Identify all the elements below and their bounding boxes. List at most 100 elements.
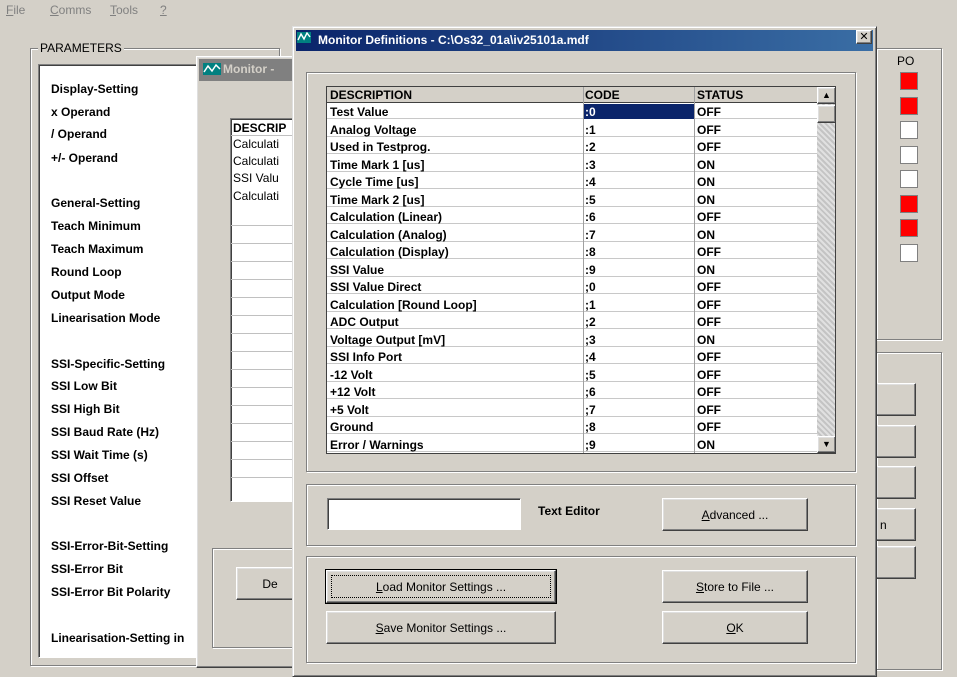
table-row[interactable]: -12 Volt ;5 OFF (327, 367, 817, 382)
menu-comms[interactable]: Comms (50, 3, 91, 17)
cell-description[interactable]: Ground (330, 420, 373, 434)
cell-status[interactable]: ON (697, 175, 715, 189)
cell-description[interactable]: SSI Value Direct (330, 280, 421, 294)
cell-status[interactable]: OFF (697, 403, 721, 417)
cell-description[interactable]: Time Mark 2 [us] (330, 193, 424, 207)
cell-status[interactable]: ON (697, 193, 715, 207)
cell-code[interactable]: ;9 (585, 438, 596, 452)
cell-description[interactable]: ADC Output (330, 315, 399, 329)
cell-status[interactable]: OFF (697, 280, 721, 294)
table-row[interactable]: +5 Volt ;7 OFF (327, 402, 817, 417)
cell-description[interactable]: SSI Info Port (330, 350, 402, 364)
cell-status[interactable]: ON (697, 333, 715, 347)
table-row[interactable]: Voltage Output [mV] ;3 ON (327, 332, 817, 347)
right-button-5[interactable] (876, 546, 916, 579)
dialog-titlebar[interactable]: Monitor Definitions - C:\Os32_01a\iv2510… (296, 30, 873, 51)
cell-code[interactable]: ;8 (585, 420, 596, 434)
store-to-file-button[interactable]: Store to File ... (662, 570, 808, 603)
cell-code[interactable]: :3 (585, 158, 596, 172)
table-row[interactable]: Used in Testprog.:2 OFF (327, 139, 817, 154)
cell-status[interactable]: ON (697, 158, 715, 172)
cell-code[interactable]: :8 (585, 245, 596, 259)
table-row[interactable]: Analog Voltage :1 OFF (327, 122, 817, 137)
close-button[interactable]: ✕ (856, 30, 872, 44)
right-button-2[interactable] (876, 425, 916, 458)
cell-status[interactable]: OFF (697, 123, 721, 137)
table-row[interactable]: +12 Volt ;6 OFF (327, 384, 817, 399)
menu-tools[interactable]: Tools (110, 3, 138, 17)
cell-code[interactable]: ;6 (585, 385, 596, 399)
cell-code[interactable]: ;2 (585, 315, 596, 329)
monitor-cell[interactable]: Calculati (233, 154, 279, 168)
param-item[interactable]: SSI Offset (51, 471, 108, 485)
table-row[interactable]: Calculation (Display) :8 OFF (327, 244, 817, 259)
cell-code[interactable]: :7 (585, 228, 596, 242)
table-row[interactable]: Cycle Time [us] :4 ON (327, 174, 817, 189)
scroll-up-button[interactable]: ▲ (817, 87, 835, 104)
cell-status[interactable]: ON (697, 438, 715, 452)
header-code[interactable]: CODE (585, 88, 620, 102)
right-button-3[interactable] (876, 466, 916, 499)
cell-description[interactable]: +12 Volt (330, 385, 375, 399)
cell-code[interactable]: ;7 (585, 403, 596, 417)
cell-status[interactable]: OFF (697, 420, 721, 434)
cell-description[interactable]: Calculation [Round Loop] (330, 298, 477, 312)
cell-description[interactable]: -12 Volt (330, 368, 372, 382)
cell-code[interactable]: :5 (585, 193, 596, 207)
cell-description[interactable]: Calculation (Display) (330, 245, 449, 259)
cell-description[interactable]: Test Value (330, 105, 388, 119)
table-row[interactable]: SSI Value:9 ON (327, 262, 817, 277)
cell-status[interactable]: OFF (697, 245, 721, 259)
cell-status[interactable]: ON (697, 263, 715, 277)
advanced-button[interactable]: Advanced ... (662, 498, 808, 531)
table-row[interactable]: ADC Output ;2 OFF (327, 314, 817, 329)
param-item[interactable]: SSI Baud Rate (Hz) (51, 425, 159, 439)
cell-description[interactable]: Voltage Output [mV] (330, 333, 445, 347)
cell-status[interactable]: ON (697, 228, 715, 242)
param-item[interactable]: SSI Reset Value (51, 494, 141, 508)
text-editor-input[interactable] (327, 498, 521, 530)
param-item[interactable]: Teach Minimum (51, 219, 141, 233)
table-row[interactable]: Test Value:0 OFF (327, 104, 817, 119)
cell-code[interactable]: :4 (585, 175, 596, 189)
monitor-cell[interactable]: Calculati (233, 137, 279, 151)
load-monitor-settings-button[interactable]: Load Monitor Settings ... (325, 569, 557, 604)
param-item[interactable]: Round Loop (51, 265, 122, 279)
cell-status[interactable]: OFF (697, 210, 721, 224)
param-item[interactable]: Linearisation-Setting in (51, 631, 184, 645)
cell-code[interactable]: ;3 (585, 333, 596, 347)
param-item[interactable]: SSI High Bit (51, 402, 120, 416)
table-row[interactable]: Time Mark 1 [us]:3 ON (327, 157, 817, 172)
param-item[interactable]: / Operand (51, 127, 107, 141)
cell-description[interactable]: Analog Voltage (330, 123, 416, 137)
cell-description[interactable]: Calculation (Linear) (330, 210, 442, 224)
cell-code[interactable]: ;0 (585, 280, 596, 294)
param-item[interactable]: Output Mode (51, 288, 125, 302)
menu-file[interactable]: File (6, 3, 25, 17)
ok-button[interactable]: OK (662, 611, 808, 644)
cell-description[interactable]: SSI Value (330, 263, 384, 277)
table-row[interactable]: Time Mark 2 [us] :5 ON (327, 192, 817, 207)
param-item[interactable]: SSI-Specific-Setting (51, 357, 165, 371)
table-scrollbar[interactable]: ▲ ▼ (817, 87, 835, 453)
cell-code[interactable]: ;1 (585, 298, 596, 312)
param-item[interactable]: SSI-Error Bit (51, 562, 123, 576)
scroll-down-button[interactable]: ▼ (817, 436, 835, 453)
header-description[interactable]: DESCRIPTION (330, 88, 412, 102)
right-button-1[interactable] (876, 383, 916, 416)
cell-description[interactable]: +5 Volt (330, 403, 369, 417)
cell-code[interactable]: ;5 (585, 368, 596, 382)
cell-description[interactable]: Cycle Time [us] (330, 175, 418, 189)
param-item[interactable]: Linearisation Mode (51, 311, 160, 325)
table-row[interactable]: Calculation (Linear) :6 OFF (327, 209, 817, 224)
param-item[interactable]: Display-Setting (51, 82, 138, 96)
monitor-cell[interactable]: Calculati (233, 189, 279, 203)
cell-status[interactable]: OFF (697, 368, 721, 382)
monitor-cell[interactable]: SSI Valu (233, 171, 279, 185)
scroll-thumb[interactable] (817, 105, 835, 123)
cell-code[interactable]: :6 (585, 210, 596, 224)
param-item[interactable]: Teach Maximum (51, 242, 143, 256)
cell-code[interactable]: :1 (585, 123, 596, 137)
cell-description[interactable]: Error / Warnings (330, 438, 424, 452)
table-row[interactable]: Ground ;8 OFF (327, 419, 817, 434)
